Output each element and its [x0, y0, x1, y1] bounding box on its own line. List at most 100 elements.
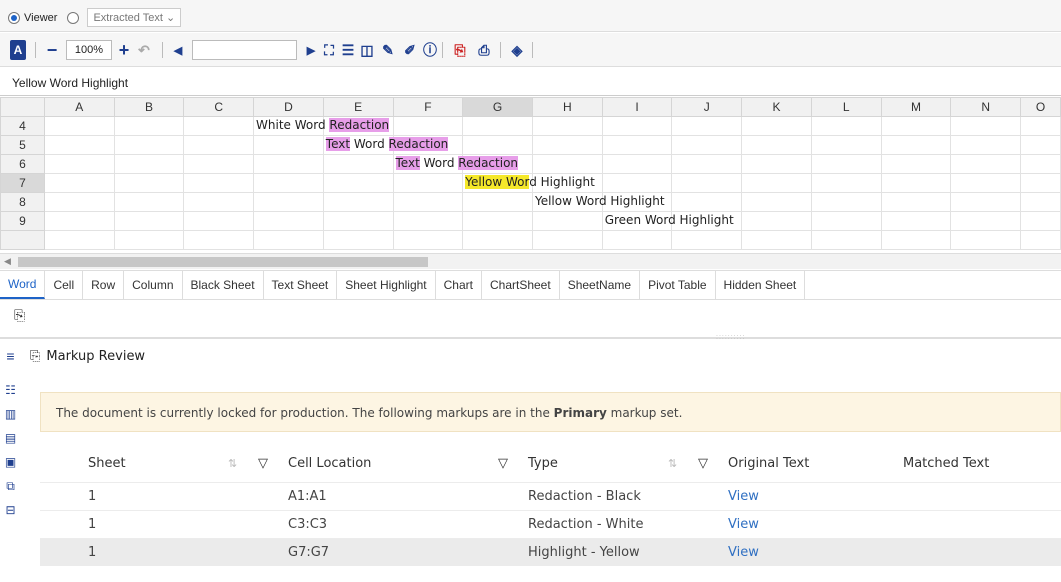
next-page-icon[interactable]: ▶ — [305, 40, 317, 60]
cell-content-box[interactable]: Yellow Word Highlight — [0, 70, 1061, 96]
sheet-header[interactable]: Sheet — [80, 446, 220, 482]
layers-icon[interactable]: ◈ — [508, 40, 526, 60]
sheet-cell[interactable] — [183, 230, 255, 250]
sheet-cell[interactable] — [601, 135, 673, 155]
row-header[interactable]: 7 — [0, 173, 45, 193]
sheet-cell[interactable] — [322, 192, 394, 212]
sheet-cell[interactable] — [183, 192, 255, 212]
sheet-tab[interactable]: Word — [0, 271, 46, 299]
column-header[interactable]: I — [601, 97, 673, 117]
copy-icon[interactable]: ⧉ — [4, 480, 17, 493]
sheet-cell[interactable] — [1020, 135, 1061, 155]
sheet-cell[interactable] — [531, 135, 603, 155]
sheet-cell[interactable] — [741, 211, 812, 231]
sheet-cell[interactable] — [322, 154, 394, 174]
sheet-cell[interactable] — [950, 211, 1022, 231]
type-header[interactable]: Type — [520, 446, 660, 482]
sheet-tab[interactable]: Black Sheet — [183, 271, 264, 299]
sort-icon[interactable]: ⇅ — [668, 457, 677, 470]
sheet-cell[interactable] — [531, 154, 603, 174]
page-input[interactable] — [192, 40, 297, 60]
redaction-tool-icon[interactable]: ✐ — [400, 40, 420, 60]
sheet-cell[interactable] — [531, 116, 603, 136]
minus-box-icon[interactable]: ⊟ — [4, 504, 17, 517]
sheet-cell[interactable] — [601, 230, 673, 250]
sheet-cell[interactable] — [113, 211, 185, 231]
sheet-cell[interactable] — [462, 116, 533, 136]
sheet-cell[interactable]: Yellow Word Highlight — [531, 192, 665, 212]
sheet-cell[interactable]: Yellow Word Highlight — [462, 173, 595, 193]
row-header[interactable]: 4 — [0, 116, 45, 136]
sheet-cell[interactable] — [950, 135, 1022, 155]
matched-text-header[interactable]: Matched Text — [895, 446, 1061, 482]
sheet-tab[interactable]: Pivot Table — [640, 271, 716, 299]
sheet-cell[interactable] — [462, 135, 533, 155]
column-header[interactable]: E — [322, 97, 394, 117]
sheet-cell[interactable] — [741, 173, 812, 193]
document-icon[interactable]: ▤ — [4, 432, 17, 445]
sheet-cell[interactable] — [810, 135, 882, 155]
chart-icon[interactable]: ▥ — [4, 408, 17, 421]
sheet-cell[interactable] — [322, 116, 394, 136]
sheet-cell[interactable] — [43, 173, 115, 193]
column-header[interactable]: J — [671, 97, 743, 117]
column-header[interactable]: C — [183, 97, 255, 117]
extracted-radio[interactable] — [67, 11, 80, 24]
sheet-cell[interactable] — [43, 192, 115, 212]
sheet-cell[interactable] — [113, 192, 185, 212]
sheet-cell[interactable] — [183, 211, 255, 231]
sheet-cell[interactable] — [671, 173, 743, 193]
filter-icon[interactable]: ▽ — [698, 456, 708, 471]
sheet-cell[interactable] — [183, 135, 255, 155]
redaction-icon[interactable]: ▣ — [4, 456, 17, 469]
sheet-cell[interactable] — [601, 192, 673, 212]
menu-icon[interactable]: ≡ — [4, 349, 17, 363]
markup-row[interactable]: 1 A1:A1 Redaction - Black View — [40, 481, 1061, 510]
sheet-cell[interactable] — [392, 116, 464, 136]
column-header[interactable]: A — [43, 97, 115, 117]
sheet-tab[interactable]: SheetName — [560, 271, 641, 299]
sheet-cell[interactable] — [671, 211, 743, 231]
sheet-cell[interactable] — [392, 135, 464, 155]
previous-page-icon[interactable]: ◀ — [172, 40, 184, 60]
horizontal-scrollbar[interactable]: ◀ — [0, 253, 1061, 269]
sheet-cell[interactable] — [671, 230, 743, 250]
sheet-cell[interactable] — [183, 116, 255, 136]
sheet-cell[interactable] — [601, 154, 673, 174]
column-header[interactable]: F — [392, 97, 464, 117]
sheet-cell[interactable] — [462, 211, 533, 231]
column-header[interactable]: B — [113, 97, 185, 117]
sheet-cell[interactable] — [322, 211, 394, 231]
sheet-cell[interactable] — [113, 135, 185, 155]
sheet-cell[interactable] — [43, 154, 115, 174]
filter-icon[interactable]: ▽ — [498, 456, 508, 471]
panel-splitter[interactable] — [0, 337, 1061, 339]
sheet-cell[interactable]: Text Word Redaction — [322, 135, 449, 155]
cell-location-header[interactable]: Cell Location — [280, 446, 490, 482]
sheet-cell[interactable] — [392, 192, 464, 212]
view-link[interactable]: View — [728, 489, 759, 504]
sheet-cell[interactable]: Text Word Redaction — [392, 154, 519, 174]
export-pdf-icon[interactable]: ⎘ — [450, 40, 470, 60]
column-header[interactable]: O — [1020, 97, 1061, 117]
original-text-header[interactable]: Original Text — [720, 446, 895, 482]
sheet-cell[interactable] — [1020, 192, 1061, 212]
sheet-cell[interactable] — [601, 116, 673, 136]
sheet-cell[interactable] — [43, 230, 115, 250]
sheet-cell[interactable] — [671, 135, 743, 155]
zoom-input[interactable]: 100% — [66, 40, 112, 60]
sheet-tab[interactable]: Hidden Sheet — [716, 271, 806, 299]
sheet-cell[interactable] — [601, 173, 673, 193]
sheet-cell[interactable] — [253, 192, 324, 212]
sheet-tab[interactable]: Row — [83, 271, 125, 299]
sheet-cell[interactable] — [880, 173, 952, 193]
list-icon[interactable]: ☷ — [4, 384, 17, 397]
highlight-tool-icon[interactable]: ✎ — [378, 40, 398, 60]
sheet-cell[interactable] — [392, 230, 464, 250]
markup-panel-icon[interactable]: ⎘ — [14, 307, 25, 324]
sheet-cell[interactable] — [741, 230, 812, 250]
sheet-cell[interactable] — [113, 154, 185, 174]
sheet-cell[interactable] — [810, 173, 882, 193]
sheet-cell[interactable] — [43, 135, 115, 155]
zoom-out-icon[interactable]: − — [44, 40, 60, 60]
